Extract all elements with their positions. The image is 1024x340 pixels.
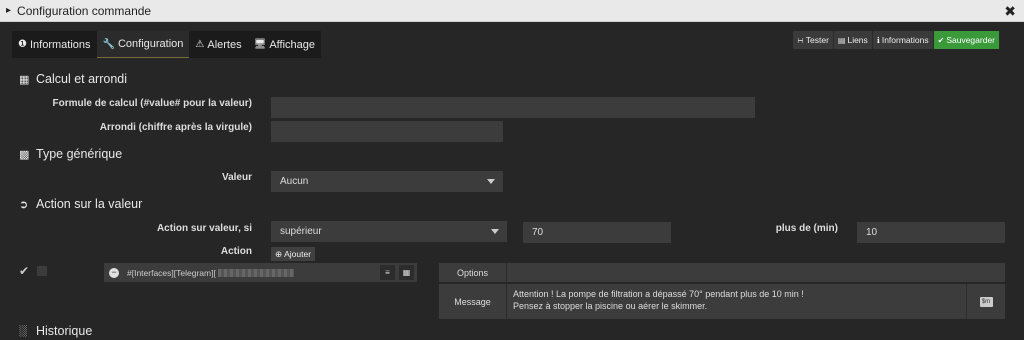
add-action-label: Ajouter bbox=[284, 249, 312, 259]
duration-input[interactable]: 10 bbox=[857, 222, 1005, 243]
add-action-button[interactable]: ⊕ Ajouter bbox=[271, 247, 316, 261]
tab-label: Informations bbox=[29, 38, 91, 51]
tab-label: Configuration bbox=[117, 38, 184, 50]
links-button-label: Liens bbox=[847, 35, 868, 45]
warning-icon: ⚠ bbox=[195, 39, 205, 50]
message-line-1: Attention ! La pompe de filtration a dép… bbox=[513, 289, 804, 299]
save-button[interactable]: ✔ Sauvegarder bbox=[933, 31, 1000, 49]
round-input[interactable] bbox=[271, 121, 503, 142]
section-title: Calcul et arrondi bbox=[36, 72, 128, 86]
generic-value-label: Valeur bbox=[221, 172, 252, 183]
list-icon: ▤ bbox=[837, 35, 846, 45]
caret-down-icon bbox=[487, 179, 495, 184]
dialog-titlebar: ▸ Configuration commande ✖ bbox=[0, 0, 1024, 22]
info-circle-icon: ❶ bbox=[18, 39, 27, 50]
generic-type-select[interactable]: Aucun bbox=[271, 171, 503, 192]
check-icon[interactable]: ✔ bbox=[19, 264, 29, 278]
caret-down-icon bbox=[491, 229, 499, 234]
command-text: #[Interfaces][Telegram][ bbox=[127, 267, 216, 278]
toolbar: ∺ Tester ▤ Liens ℹ Informations ✔ Sauveg… bbox=[793, 31, 1000, 49]
chart-bar-icon: ░ bbox=[19, 325, 27, 337]
section-action-header: ➲ Action sur la valeur bbox=[19, 197, 142, 211]
building-icon: ▩ bbox=[19, 148, 30, 161]
message-label: Message bbox=[439, 284, 507, 319]
tab-label: Affichage bbox=[269, 38, 315, 51]
test-button-label: Tester bbox=[805, 35, 829, 45]
chevron-right-icon: ▸ bbox=[6, 5, 12, 16]
tab-informations[interactable]: ❶ Informations bbox=[12, 31, 97, 58]
wrench-icon: 🔧 bbox=[102, 38, 115, 50]
formula-label: Formule de calcul (#value# pour la valeu… bbox=[52, 98, 252, 109]
table-icon: ▦ bbox=[19, 73, 30, 86]
links-button[interactable]: ▤ Liens bbox=[833, 31, 873, 49]
condition-select[interactable]: supérieur bbox=[271, 221, 507, 242]
monitor-icon: 🖥 bbox=[253, 39, 267, 50]
condition-label: Action sur valeur, si bbox=[156, 223, 252, 234]
options-label: Options bbox=[439, 263, 507, 282]
rss-icon: ∺ bbox=[797, 35, 804, 45]
command-input[interactable]: − #[Interfaces][Telegram][ ≡ ▦ bbox=[104, 263, 417, 282]
redacted-text bbox=[217, 268, 294, 277]
section-title: Type générique bbox=[36, 147, 123, 161]
close-icon[interactable]: ✖ bbox=[1004, 3, 1016, 20]
section-calc-header: ▦ Calcul et arrondi bbox=[19, 72, 127, 86]
tab-label: Alertes bbox=[207, 38, 242, 51]
sign-out-icon: ➲ bbox=[19, 198, 29, 211]
remove-action-icon[interactable]: − bbox=[109, 267, 119, 278]
section-title: Action sur la valeur bbox=[36, 197, 143, 211]
test-button[interactable]: ∺ Tester bbox=[793, 31, 834, 49]
check-circle-icon: ✔ bbox=[937, 35, 945, 45]
tab-configuration[interactable]: 🔧 Configuration bbox=[96, 31, 190, 58]
save-button-label: Sauvegarder bbox=[946, 35, 995, 45]
tab-alertes[interactable]: ⚠ Alertes bbox=[189, 31, 248, 58]
round-label: Arrondi (chiffre après la virgule) bbox=[99, 122, 252, 133]
dialog-title: Configuration commande bbox=[17, 3, 152, 18]
message-line-2: Pensez à stopper la piscine ou aérer le … bbox=[513, 301, 708, 311]
threshold-input[interactable]: 70 bbox=[523, 222, 671, 243]
action-enabled-checkbox[interactable] bbox=[37, 266, 47, 276]
section-history-header: ░ Historique bbox=[19, 324, 92, 338]
tab-affichage[interactable]: 🖥 Affichage bbox=[247, 31, 321, 58]
message-textarea[interactable]: Attention ! La pompe de filtration a dép… bbox=[507, 284, 966, 319]
tab-bar: ❶ Informations 🔧 Configuration ⚠ Alertes… bbox=[12, 31, 321, 58]
generic-type-selected: Aucun bbox=[280, 176, 309, 187]
info-icon: ℹ bbox=[876, 35, 880, 45]
informations-button-label: Informations bbox=[881, 35, 929, 45]
formula-input[interactable] bbox=[271, 97, 755, 118]
table-select-icon[interactable]: ▦ bbox=[399, 265, 414, 280]
duration-label: plus de (min) bbox=[775, 223, 838, 234]
section-generic-header: ▩ Type générique bbox=[19, 147, 122, 161]
plus-circle-icon: ⊕ bbox=[275, 248, 283, 259]
section-title: Historique bbox=[36, 324, 93, 338]
condition-selected: supérieur bbox=[280, 226, 322, 237]
code-icon: $m bbox=[979, 296, 993, 307]
action-label: Action bbox=[220, 246, 252, 257]
informations-button[interactable]: ℹ Informations bbox=[872, 31, 934, 49]
options-input[interactable] bbox=[507, 263, 1005, 282]
list-command-icon[interactable]: ≡ bbox=[380, 265, 395, 280]
message-code-button[interactable]: $m bbox=[966, 284, 1005, 319]
